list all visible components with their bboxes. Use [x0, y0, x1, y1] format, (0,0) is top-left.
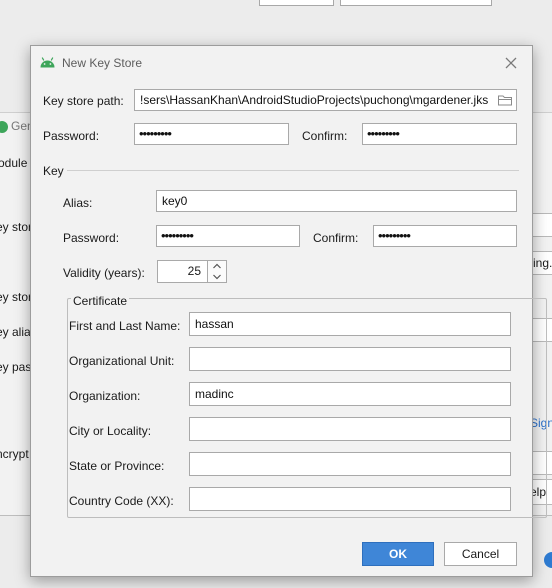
- chevron-up-icon[interactable]: [208, 261, 226, 271]
- key-confirm-label: Confirm:: [313, 231, 359, 245]
- org-unit-label: Organizational Unit:: [69, 354, 175, 368]
- country-code-field[interactable]: [189, 487, 511, 511]
- password-label: Password:: [43, 129, 100, 143]
- android-studio-icon: [0, 121, 8, 133]
- certificate-legend: Certificate: [71, 294, 130, 308]
- confirm-field[interactable]: •••••••••: [362, 123, 517, 145]
- org-unit-field[interactable]: [189, 347, 511, 371]
- key-section-label: Key: [43, 164, 64, 178]
- cancel-button[interactable]: Cancel: [444, 542, 517, 566]
- chevron-down-icon[interactable]: [208, 272, 226, 282]
- background-corner-icon: [544, 552, 552, 568]
- validity-field[interactable]: 25: [157, 260, 207, 283]
- organization-label: Organization:: [69, 389, 141, 403]
- folder-icon[interactable]: [498, 94, 512, 106]
- close-icon[interactable]: [503, 55, 519, 71]
- first-last-name-label: First and Last Name:: [69, 319, 181, 333]
- background-label: ey pas: [0, 360, 32, 374]
- alias-field[interactable]: key0: [156, 190, 517, 212]
- city-label: City or Locality:: [69, 424, 152, 438]
- country-code-label: Country Code (XX):: [69, 494, 174, 508]
- background-label: ey alia: [0, 325, 31, 339]
- background-button: [259, 0, 334, 6]
- new-key-store-dialog: New Key Store Key store path: !sers\Hass…: [30, 45, 547, 577]
- background-field: [531, 213, 552, 237]
- state-field[interactable]: [189, 452, 511, 476]
- ok-button[interactable]: OK: [362, 542, 434, 566]
- background-button: [340, 0, 492, 6]
- background-field-text: ing...: [533, 256, 552, 270]
- validity-spinner: 25: [157, 260, 227, 283]
- keystore-path-field[interactable]: !sers\HassanKhan\AndroidStudioProjects\p…: [134, 89, 517, 111]
- key-password-field[interactable]: •••••••••: [156, 225, 300, 247]
- background-field: ing...: [531, 251, 552, 275]
- background-label: ey stor: [0, 220, 33, 234]
- first-last-name-field[interactable]: hassan: [189, 312, 511, 336]
- keystore-path-label: Key store path:: [43, 94, 124, 108]
- dialog-title: New Key Store: [62, 56, 143, 70]
- background-label: ncrypt: [0, 447, 29, 461]
- password-field[interactable]: •••••••••: [134, 123, 289, 145]
- key-section-divider: [67, 170, 519, 171]
- validity-label: Validity (years):: [63, 266, 145, 280]
- key-password-label: Password:: [63, 231, 120, 245]
- confirm-label: Confirm:: [302, 129, 348, 143]
- background-label: ey stor: [0, 290, 33, 304]
- dialog-titlebar: New Key Store: [31, 46, 532, 80]
- background-label: odule: [0, 156, 28, 170]
- state-label: State or Province:: [69, 459, 165, 473]
- validity-spinner-buttons: [207, 260, 227, 283]
- keystore-path-value: !sers\HassanKhan\AndroidStudioProjects\p…: [140, 93, 489, 107]
- organization-field[interactable]: madinc: [189, 382, 511, 406]
- android-icon: [40, 57, 55, 68]
- city-field[interactable]: [189, 417, 511, 441]
- alias-label: Alias:: [63, 196, 93, 210]
- key-confirm-field[interactable]: •••••••••: [373, 225, 517, 247]
